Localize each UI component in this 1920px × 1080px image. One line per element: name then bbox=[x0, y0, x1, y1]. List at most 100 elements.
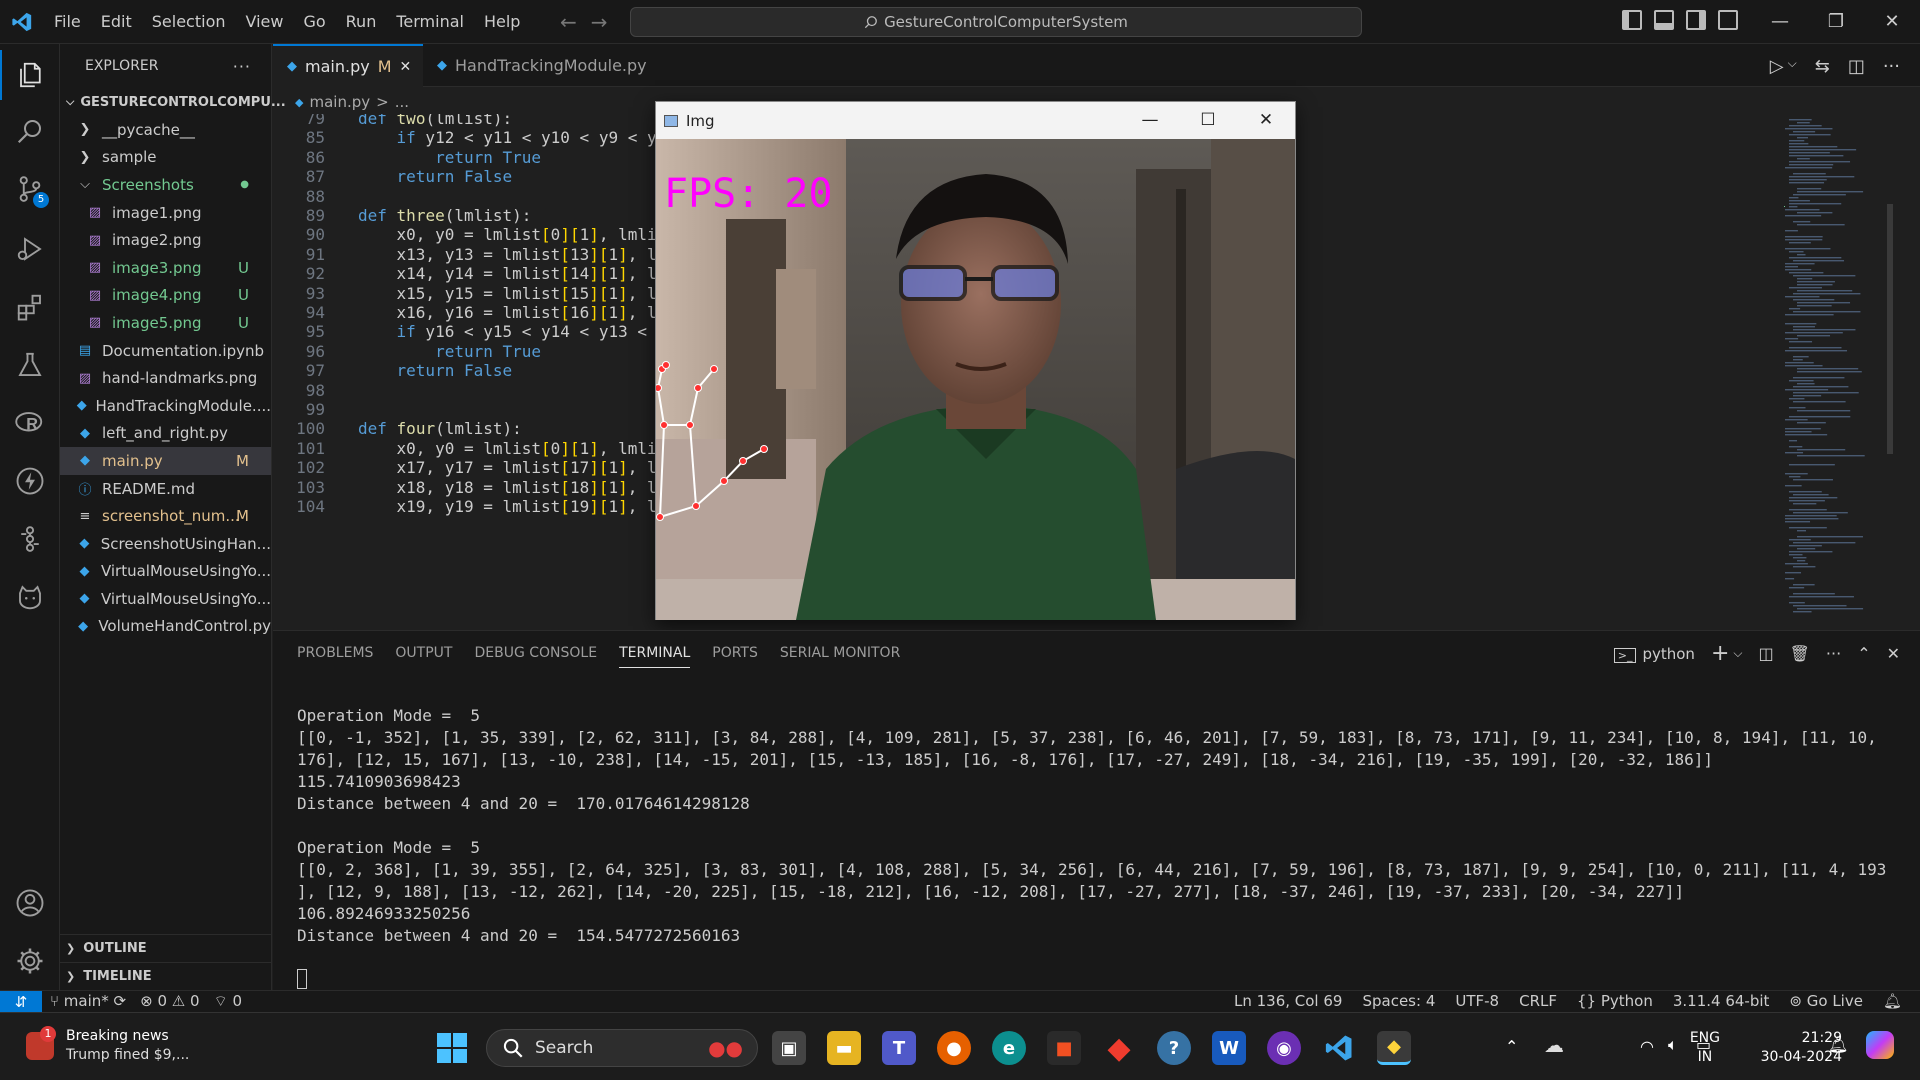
git-graph-icon[interactable] bbox=[0, 514, 60, 564]
menu-edit[interactable]: Edit bbox=[91, 0, 142, 44]
outline-section[interactable]: ❯ OUTLINE bbox=[60, 934, 272, 962]
firefox-icon[interactable]: ● bbox=[937, 1031, 971, 1065]
tab-ports[interactable]: PORTS bbox=[712, 645, 758, 668]
notifications-bell-icon[interactable]: 🔔︎ bbox=[1883, 992, 1902, 1010]
tab-main-py[interactable]: ◆ main.py M ✕ bbox=[273, 44, 423, 87]
menu-terminal[interactable]: Terminal bbox=[386, 0, 474, 44]
notification-bell-icon[interactable]: 🔔︎ bbox=[1828, 1035, 1848, 1054]
source-control-icon[interactable]: 5 bbox=[0, 164, 60, 214]
toggle-sidebar-icon[interactable] bbox=[1622, 10, 1642, 30]
tree-item[interactable]: ◆ HandTrackingModule.... bbox=[60, 392, 271, 420]
breadcrumb-symbol[interactable]: ... bbox=[395, 93, 409, 111]
file-explorer-icon[interactable]: ▬ bbox=[827, 1031, 861, 1065]
tree-item[interactable]: ❯ sample bbox=[60, 144, 271, 172]
windows-start-icon[interactable] bbox=[437, 1033, 467, 1067]
tree-item[interactable]: ◆ main.py M bbox=[60, 447, 271, 475]
breadcrumb-file[interactable]: main.py bbox=[309, 93, 370, 111]
menu-go[interactable]: Go bbox=[293, 0, 335, 44]
new-terminal-icon[interactable]: + bbox=[1711, 641, 1729, 666]
extensions-icon[interactable] bbox=[0, 282, 60, 332]
tree-item[interactable]: ⓘ README.md bbox=[60, 475, 271, 503]
tree-item[interactable]: ▨ image5.png U bbox=[60, 309, 271, 337]
tab-handtrackingmodule[interactable]: ◆ HandTrackingModule.py bbox=[423, 44, 647, 87]
encoding[interactable]: UTF-8 bbox=[1455, 992, 1499, 1010]
tree-item[interactable]: ◆ VirtualMouseUsingYo... bbox=[60, 585, 271, 613]
close-panel-icon[interactable]: ✕ bbox=[1887, 644, 1900, 663]
tree-item[interactable]: ▨ hand-landmarks.png bbox=[60, 364, 271, 392]
timeline-section[interactable]: ❯ TIMELINE bbox=[60, 962, 272, 990]
news-widget[interactable]: 1 Breaking news Trump fined $9,... bbox=[26, 1026, 189, 1065]
menu-help[interactable]: Help bbox=[474, 0, 530, 44]
compare-icon[interactable]: ⇆ bbox=[1815, 56, 1830, 77]
forward-arrow-icon[interactable]: → bbox=[591, 10, 622, 34]
split-terminal-icon[interactable]: ◫ bbox=[1758, 644, 1773, 663]
img-window[interactable]: Img — ☐ ✕ FPS: 20 bbox=[655, 101, 1296, 620]
toggle-panel-icon[interactable] bbox=[1654, 10, 1674, 30]
minimize-icon[interactable]: — bbox=[1121, 102, 1179, 139]
cursor-position[interactable]: Ln 136, Col 69 bbox=[1234, 992, 1342, 1010]
remote-r-icon[interactable]: R bbox=[0, 398, 60, 448]
more-actions-icon[interactable]: ··· bbox=[1883, 56, 1900, 77]
python-interpreter[interactable]: 3.11.4 64-bit bbox=[1673, 992, 1770, 1010]
settings-gear-icon[interactable] bbox=[0, 936, 60, 986]
run-debug-icon[interactable] bbox=[0, 224, 60, 274]
store-icon[interactable]: ■ bbox=[1047, 1031, 1081, 1065]
github-cat-icon[interactable] bbox=[0, 572, 60, 622]
tree-item[interactable]: ◆ VirtualMouseUsingYo... bbox=[60, 558, 271, 586]
onedrive-cloud-icon[interactable]: ☁ bbox=[1544, 1033, 1564, 1057]
indentation[interactable]: Spaces: 4 bbox=[1362, 992, 1435, 1010]
menu-selection[interactable]: Selection bbox=[142, 0, 236, 44]
explorer-more-icon[interactable]: ··· bbox=[233, 57, 251, 76]
terminal-instance[interactable]: >_ python bbox=[1613, 645, 1695, 663]
search-icon[interactable] bbox=[0, 106, 60, 156]
remote-indicator-icon[interactable]: ⇵ bbox=[0, 991, 42, 1013]
git-icon[interactable]: ◆ bbox=[1102, 1031, 1136, 1066]
tree-item[interactable]: ▨ image2.png bbox=[60, 226, 271, 254]
close-icon[interactable]: ✕ bbox=[1864, 0, 1920, 44]
account-icon[interactable] bbox=[0, 878, 60, 928]
wifi-icon[interactable]: ◠ bbox=[1640, 1037, 1654, 1056]
toggle-secondary-sidebar-icon[interactable] bbox=[1686, 10, 1706, 30]
branch-indicator[interactable]: ⑂ main* ⟳ bbox=[50, 992, 126, 1011]
battery-icon[interactable]: ▭ bbox=[1696, 1035, 1711, 1054]
tree-item[interactable]: ❯ __pycache__ bbox=[60, 116, 271, 144]
minimap-scrollbar[interactable] bbox=[1887, 204, 1893, 454]
tree-item[interactable]: ▤ Documentation.ipynb bbox=[60, 337, 271, 365]
python-idle-icon[interactable]: ? bbox=[1157, 1031, 1191, 1065]
close-icon[interactable]: ✕ bbox=[1237, 102, 1295, 139]
close-icon[interactable]: ✕ bbox=[400, 59, 412, 75]
testing-icon[interactable] bbox=[0, 340, 60, 390]
vscode-icon[interactable] bbox=[1322, 1031, 1356, 1065]
teams-icon[interactable]: T bbox=[882, 1031, 916, 1065]
go-live-button[interactable]: ⊚ Go Live bbox=[1789, 992, 1863, 1010]
tab-terminal[interactable]: TERMINAL bbox=[619, 645, 691, 668]
game-icon[interactable]: ◉ bbox=[1267, 1031, 1301, 1065]
tab-problems[interactable]: PROBLEMS bbox=[297, 645, 373, 668]
tab-debug-console[interactable]: DEBUG CONSOLE bbox=[474, 645, 597, 668]
split-editor-icon[interactable]: ◫ bbox=[1848, 56, 1865, 77]
run-icon[interactable]: ▷ bbox=[1770, 56, 1784, 77]
tree-item[interactable]: ◆ left_and_right.py bbox=[60, 420, 271, 448]
python-icon[interactable]: ◆ bbox=[1377, 1031, 1411, 1065]
terminal-output[interactable]: Operation Mode = 5 [[0, -1, 352], [1, 35,… bbox=[297, 705, 1897, 947]
menu-run[interactable]: Run bbox=[336, 0, 387, 44]
chevron-down-icon[interactable]: ⌵ bbox=[1788, 56, 1797, 77]
tree-item[interactable]: ▨ image4.png U bbox=[60, 282, 271, 310]
taskbar-search[interactable]: Search ●● bbox=[486, 1029, 758, 1067]
chevron-up-icon[interactable]: ⌃ bbox=[1505, 1037, 1518, 1056]
end-of-line[interactable]: CRLF bbox=[1519, 992, 1557, 1010]
img-window-titlebar[interactable]: Img — ☐ ✕ bbox=[656, 102, 1295, 139]
problems-indicator[interactable]: ⊗ 0 ⚠ 0 bbox=[140, 992, 199, 1011]
minimap[interactable] bbox=[1783, 114, 1903, 630]
volume-icon[interactable]: 🔈︎ bbox=[1668, 1035, 1678, 1055]
minimize-icon[interactable]: — bbox=[1752, 0, 1808, 44]
tree-item[interactable]: ⌵ Screenshots ● bbox=[60, 171, 271, 199]
tree-item[interactable]: ▨ image1.png bbox=[60, 199, 271, 227]
command-center[interactable]: GestureControlComputerSystem bbox=[630, 7, 1362, 37]
tree-item[interactable]: ◆ ScreenshotUsingHan... bbox=[60, 530, 271, 558]
tab-serial-monitor[interactable]: SERIAL MONITOR bbox=[780, 645, 900, 668]
copilot-icon[interactable] bbox=[1866, 1031, 1894, 1059]
tab-output[interactable]: OUTPUT bbox=[395, 645, 452, 668]
edge-icon[interactable]: e bbox=[992, 1031, 1026, 1065]
chevron-down-icon[interactable]: ⌵ bbox=[1733, 646, 1742, 661]
